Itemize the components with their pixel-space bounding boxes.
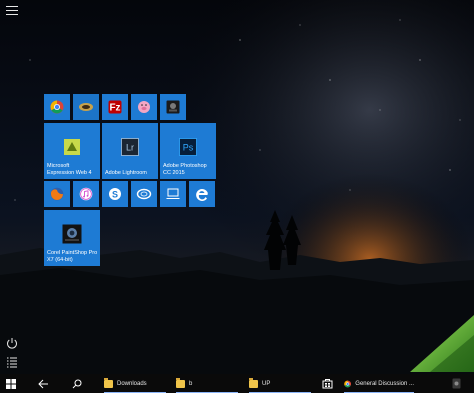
itunes-icon — [79, 187, 93, 201]
tile-lightroom[interactable]: Lr Adobe Lightroom — [102, 123, 158, 179]
tile-pig-app[interactable] — [131, 94, 157, 120]
tray-app[interactable] — [452, 374, 461, 393]
back-button[interactable] — [38, 374, 49, 393]
tile-expression-web[interactable]: Microsoft Expression Web 4 — [44, 123, 100, 179]
chrome-icon — [50, 100, 64, 114]
svg-text:Fz: Fz — [109, 103, 120, 114]
taskbar-item-label: Downloads — [117, 380, 147, 387]
folder-icon — [176, 377, 185, 388]
taskbar-item-downloads[interactable]: Downloads — [104, 374, 166, 393]
store-icon — [322, 379, 333, 389]
expression-web-icon — [64, 138, 80, 155]
edge-icon — [196, 188, 208, 201]
taskbar-item-label: b — [189, 380, 193, 387]
folder-icon — [249, 377, 258, 388]
tile-paintshop[interactable]: Corel PaintShop Pro X7 (64-bit) — [44, 210, 100, 266]
search-button[interactable] — [72, 374, 82, 393]
tile-dark-app[interactable] — [160, 94, 186, 120]
skype-icon: S — [109, 188, 121, 200]
firefox-icon — [50, 187, 64, 201]
tile-device-app[interactable] — [160, 181, 186, 207]
taskbar-item-label: UP — [262, 380, 271, 387]
tile-firefox[interactable] — [44, 181, 70, 207]
tile-label: Corel PaintShop Pro X7 (64-bit) — [47, 250, 98, 263]
app-icon — [166, 100, 180, 114]
svg-text:S: S — [112, 190, 118, 200]
laptop-icon — [166, 188, 180, 199]
ring-icon — [136, 188, 152, 200]
all-apps-icon[interactable] — [5, 355, 19, 369]
taskbar-item-chrome[interactable]: General Discussion ... — [344, 374, 414, 393]
tile-label: Adobe Lightroom — [105, 170, 147, 176]
game-icon — [79, 103, 93, 111]
lightroom-icon: Lr — [121, 137, 139, 156]
taskbar-item-b[interactable]: b — [176, 374, 238, 393]
search-icon — [72, 379, 82, 388]
tile-itunes[interactable] — [73, 181, 99, 207]
svg-text:Lr: Lr — [126, 142, 134, 152]
folder-icon — [104, 377, 113, 388]
tile-game[interactable] — [73, 94, 99, 120]
hamburger-icon[interactable] — [6, 6, 18, 16]
tile-skype[interactable]: S — [102, 181, 128, 207]
power-icon[interactable] — [5, 336, 19, 350]
taskbar-item-store[interactable] — [322, 374, 333, 393]
taskbar-item-label: General Discussion ... — [355, 380, 414, 387]
desktop-wallpaper — [0, 0, 474, 393]
tile-photoshop[interactable]: Ps Adobe Photoshop CC 2015 — [160, 123, 216, 179]
tile-ring-app[interactable] — [131, 181, 157, 207]
taskbar: Downloads b UP General Discussion ... — [0, 374, 474, 393]
pig-icon — [138, 101, 150, 113]
taskbar-item-up[interactable]: UP — [249, 374, 311, 393]
tile-filezilla[interactable]: Fz — [102, 94, 128, 120]
tile-label: Microsoft Expression Web 4 — [47, 163, 92, 176]
chrome-icon — [344, 380, 352, 387]
tile-chrome[interactable] — [44, 94, 70, 120]
photoshop-icon: Ps — [179, 137, 197, 156]
start-button[interactable] — [6, 374, 16, 393]
paintshop-icon — [62, 224, 82, 244]
tile-label: Adobe Photoshop CC 2015 — [163, 163, 207, 176]
back-icon — [38, 379, 48, 388]
windows-icon — [6, 378, 16, 389]
svg-text:Ps: Ps — [183, 142, 194, 152]
tile-edge[interactable] — [189, 181, 215, 207]
tray-icon — [452, 378, 461, 389]
filezilla-icon: Fz — [108, 100, 122, 114]
